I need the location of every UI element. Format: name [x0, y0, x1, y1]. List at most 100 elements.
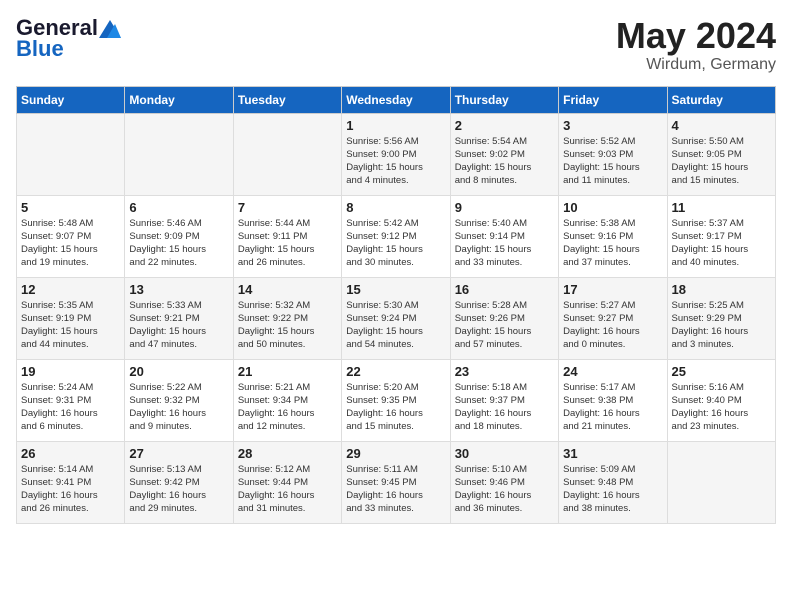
- day-info: Sunrise: 5:48 AM Sunset: 9:07 PM Dayligh…: [21, 217, 120, 270]
- day-info: Sunrise: 5:16 AM Sunset: 9:40 PM Dayligh…: [672, 381, 771, 434]
- day-number: 8: [346, 200, 445, 215]
- day-number: 16: [455, 282, 554, 297]
- calendar-cell: [17, 113, 125, 195]
- calendar-cell: 16 Sunrise: 5:28 AM Sunset: 9:26 PM Dayli…: [450, 277, 558, 359]
- calendar-cell: 5 Sunrise: 5:48 AM Sunset: 9:07 PM Daylig…: [17, 195, 125, 277]
- calendar-cell: 9 Sunrise: 5:40 AM Sunset: 9:14 PM Daylig…: [450, 195, 558, 277]
- day-number: 12: [21, 282, 120, 297]
- day-number: 27: [129, 446, 228, 461]
- calendar-cell: 15 Sunrise: 5:30 AM Sunset: 9:24 PM Dayli…: [342, 277, 450, 359]
- calendar-cell: 1 Sunrise: 5:56 AM Sunset: 9:00 PM Daylig…: [342, 113, 450, 195]
- calendar-cell: 28 Sunrise: 5:12 AM Sunset: 9:44 PM Dayli…: [233, 441, 341, 523]
- week-row-4: 19Sunrise: 5:24 AM Sunset: 9:31 PM Dayli…: [17, 359, 776, 441]
- day-number: 15: [346, 282, 445, 297]
- day-number: 4: [672, 118, 771, 133]
- day-number: 1: [346, 118, 445, 133]
- month-title: May 2024: [616, 16, 776, 56]
- day-number: 28: [238, 446, 337, 461]
- day-info: Sunrise: 5:37 AM Sunset: 9:17 PM Dayligh…: [672, 217, 771, 270]
- day-number: 26: [21, 446, 120, 461]
- day-header-thursday: Thursday: [450, 86, 558, 113]
- day-info: Sunrise: 5:14 AM Sunset: 9:41 PM Dayligh…: [21, 463, 120, 516]
- calendar-cell: 11Sunrise: 5:37 AM Sunset: 9:17 PM Dayli…: [667, 195, 775, 277]
- day-number: 9: [455, 200, 554, 215]
- day-info: Sunrise: 5:24 AM Sunset: 9:31 PM Dayligh…: [21, 381, 120, 434]
- calendar-cell: 29 Sunrise: 5:11 AM Sunset: 9:45 PM Dayli…: [342, 441, 450, 523]
- day-info: Sunrise: 5:35 AM Sunset: 9:19 PM Dayligh…: [21, 299, 120, 352]
- day-number: 30: [455, 446, 554, 461]
- logo-blue: Blue: [16, 36, 64, 62]
- day-info: Sunrise: 5:11 AM Sunset: 9:45 PM Dayligh…: [346, 463, 445, 516]
- calendar-cell: 22Sunrise: 5:20 AM Sunset: 9:35 PM Dayli…: [342, 359, 450, 441]
- calendar-cell: 27 Sunrise: 5:13 AM Sunset: 9:42 PM Dayli…: [125, 441, 233, 523]
- day-info: Sunrise: 5:20 AM Sunset: 9:35 PM Dayligh…: [346, 381, 445, 434]
- title-area: May 2024 Wirdum, Germany: [616, 16, 776, 74]
- day-info: Sunrise: 5:38 AM Sunset: 9:16 PM Dayligh…: [563, 217, 662, 270]
- day-info: Sunrise: 5:28 AM Sunset: 9:26 PM Dayligh…: [455, 299, 554, 352]
- location-title: Wirdum, Germany: [616, 56, 776, 74]
- day-info: Sunrise: 5:22 AM Sunset: 9:32 PM Dayligh…: [129, 381, 228, 434]
- calendar-cell: 25 Sunrise: 5:16 AM Sunset: 9:40 PM Dayli…: [667, 359, 775, 441]
- day-info: Sunrise: 5:40 AM Sunset: 9:14 PM Dayligh…: [455, 217, 554, 270]
- day-info: Sunrise: 5:52 AM Sunset: 9:03 PM Dayligh…: [563, 135, 662, 188]
- day-number: 14: [238, 282, 337, 297]
- day-number: 13: [129, 282, 228, 297]
- day-info: Sunrise: 5:30 AM Sunset: 9:24 PM Dayligh…: [346, 299, 445, 352]
- day-header-friday: Friday: [559, 86, 667, 113]
- calendar-cell: 2Sunrise: 5:54 AM Sunset: 9:02 PM Daylig…: [450, 113, 558, 195]
- calendar-cell: 6 Sunrise: 5:46 AM Sunset: 9:09 PM Daylig…: [125, 195, 233, 277]
- day-header-wednesday: Wednesday: [342, 86, 450, 113]
- day-number: 6: [129, 200, 228, 215]
- day-number: 5: [21, 200, 120, 215]
- day-info: Sunrise: 5:50 AM Sunset: 9:05 PM Dayligh…: [672, 135, 771, 188]
- calendar-cell: 12 Sunrise: 5:35 AM Sunset: 9:19 PM Dayli…: [17, 277, 125, 359]
- day-number: 29: [346, 446, 445, 461]
- day-info: Sunrise: 5:56 AM Sunset: 9:00 PM Dayligh…: [346, 135, 445, 188]
- calendar-cell: 17 Sunrise: 5:27 AM Sunset: 9:27 PM Dayli…: [559, 277, 667, 359]
- calendar-cell: 18Sunrise: 5:25 AM Sunset: 9:29 PM Dayli…: [667, 277, 775, 359]
- calendar-cell: [667, 441, 775, 523]
- day-info: Sunrise: 5:32 AM Sunset: 9:22 PM Dayligh…: [238, 299, 337, 352]
- calendar-cell: 21 Sunrise: 5:21 AM Sunset: 9:34 PM Dayli…: [233, 359, 341, 441]
- week-row-5: 26 Sunrise: 5:14 AM Sunset: 9:41 PM Dayli…: [17, 441, 776, 523]
- calendar-cell: 4 Sunrise: 5:50 AM Sunset: 9:05 PM Daylig…: [667, 113, 775, 195]
- day-number: 10: [563, 200, 662, 215]
- logo: General Blue: [16, 16, 122, 62]
- calendar-cell: 23Sunrise: 5:18 AM Sunset: 9:37 PM Dayli…: [450, 359, 558, 441]
- calendar-cell: 20Sunrise: 5:22 AM Sunset: 9:32 PM Dayli…: [125, 359, 233, 441]
- day-info: Sunrise: 5:10 AM Sunset: 9:46 PM Dayligh…: [455, 463, 554, 516]
- day-info: Sunrise: 5:12 AM Sunset: 9:44 PM Dayligh…: [238, 463, 337, 516]
- day-number: 2: [455, 118, 554, 133]
- week-row-1: 1 Sunrise: 5:56 AM Sunset: 9:00 PM Daylig…: [17, 113, 776, 195]
- calendar-cell: 7Sunrise: 5:44 AM Sunset: 9:11 PM Daylig…: [233, 195, 341, 277]
- day-info: Sunrise: 5:42 AM Sunset: 9:12 PM Dayligh…: [346, 217, 445, 270]
- day-header-tuesday: Tuesday: [233, 86, 341, 113]
- calendar-cell: [125, 113, 233, 195]
- day-number: 21: [238, 364, 337, 379]
- header: General Blue May 2024 Wirdum, Germany: [16, 16, 776, 74]
- day-info: Sunrise: 5:13 AM Sunset: 9:42 PM Dayligh…: [129, 463, 228, 516]
- day-number: 25: [672, 364, 771, 379]
- day-info: Sunrise: 5:17 AM Sunset: 9:38 PM Dayligh…: [563, 381, 662, 434]
- calendar-cell: 26 Sunrise: 5:14 AM Sunset: 9:41 PM Dayli…: [17, 441, 125, 523]
- day-info: Sunrise: 5:18 AM Sunset: 9:37 PM Dayligh…: [455, 381, 554, 434]
- day-info: Sunrise: 5:27 AM Sunset: 9:27 PM Dayligh…: [563, 299, 662, 352]
- calendar-cell: 14 Sunrise: 5:32 AM Sunset: 9:22 PM Dayli…: [233, 277, 341, 359]
- day-number: 17: [563, 282, 662, 297]
- calendar-table: SundayMondayTuesdayWednesdayThursdayFrid…: [16, 86, 776, 524]
- calendar-cell: 19Sunrise: 5:24 AM Sunset: 9:31 PM Dayli…: [17, 359, 125, 441]
- day-info: Sunrise: 5:21 AM Sunset: 9:34 PM Dayligh…: [238, 381, 337, 434]
- day-number: 31: [563, 446, 662, 461]
- day-header-monday: Monday: [125, 86, 233, 113]
- day-info: Sunrise: 5:09 AM Sunset: 9:48 PM Dayligh…: [563, 463, 662, 516]
- calendar-cell: 30 Sunrise: 5:10 AM Sunset: 9:46 PM Dayli…: [450, 441, 558, 523]
- calendar-cell: 13Sunrise: 5:33 AM Sunset: 9:21 PM Dayli…: [125, 277, 233, 359]
- day-number: 3: [563, 118, 662, 133]
- day-number: 24: [563, 364, 662, 379]
- week-row-3: 12 Sunrise: 5:35 AM Sunset: 9:19 PM Dayli…: [17, 277, 776, 359]
- header-row: SundayMondayTuesdayWednesdayThursdayFrid…: [17, 86, 776, 113]
- day-info: Sunrise: 5:44 AM Sunset: 9:11 PM Dayligh…: [238, 217, 337, 270]
- day-number: 18: [672, 282, 771, 297]
- day-info: Sunrise: 5:46 AM Sunset: 9:09 PM Dayligh…: [129, 217, 228, 270]
- calendar-cell: 24 Sunrise: 5:17 AM Sunset: 9:38 PM Dayli…: [559, 359, 667, 441]
